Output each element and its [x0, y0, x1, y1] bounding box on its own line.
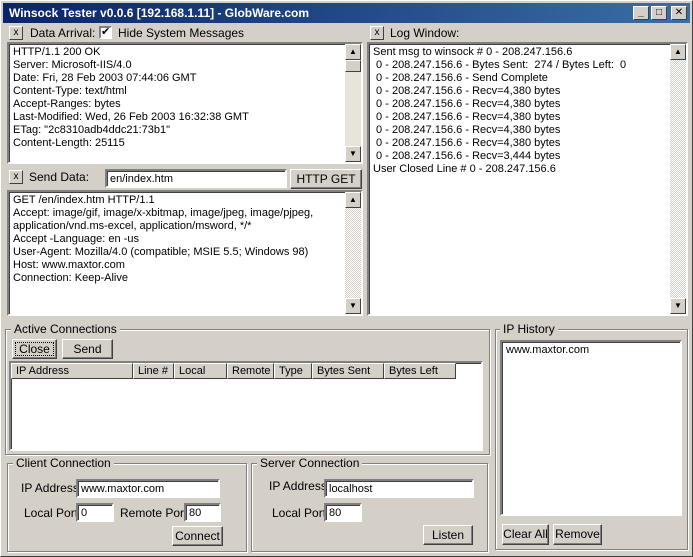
log-line: User Closed Line # 0 - 208.247.156.6	[373, 163, 556, 175]
send-data-line: Connection: Keep-Alive	[13, 272, 128, 284]
column-header[interactable]: Line #	[133, 363, 174, 379]
send-data-label: Send Data:	[29, 170, 90, 184]
client-ip-label: IP Address	[21, 481, 79, 495]
hide-system-messages-checkbox[interactable]: ✔	[99, 26, 112, 39]
scroll-thumb[interactable]	[345, 60, 361, 72]
main-window: Winsock Tester v0.0.6 [192.168.1.11] - G…	[0, 0, 693, 557]
column-header[interactable]: Bytes Left	[384, 363, 456, 379]
data-arrival-label: Data Arrival:	[30, 26, 96, 40]
log-line: Sent msg to winsock # 0 - 208.247.156.6	[373, 46, 573, 58]
send-data-line: application/vnd.ms-excel, application/ms…	[13, 220, 252, 232]
hide-system-messages-label[interactable]: Hide System Messages	[118, 26, 244, 40]
ip-history-item: www.maxtor.com	[506, 344, 590, 356]
send-data-line: Accept: image/gif, image/x-xbitmap, imag…	[13, 207, 314, 219]
data-arrival-line: HTTP/1.1 200 OK	[13, 46, 101, 58]
data-arrival-line: Content-Length: 25115	[13, 137, 125, 149]
log-scrollbar[interactable]: ▲ ▼	[670, 44, 686, 314]
connections-table[interactable]: IP Address Line # Local Remote Type Bytes Sen…	[9, 361, 483, 451]
server-ip-input[interactable]: localhost	[324, 479, 474, 498]
log-line: 0 - 208.247.156.6 - Recv=3,444 bytes	[373, 150, 561, 162]
log-window-content: Sent msg to winsock # 0 - 208.247.156.6 …	[369, 44, 686, 178]
log-line: 0 - 208.247.156.6 - Recv=4,380 bytes	[373, 124, 561, 136]
log-line: 0 - 208.247.156.6 - Recv=4,380 bytes	[373, 111, 561, 123]
send-data-url-input[interactable]: en/index.htm	[105, 169, 287, 188]
scroll-down-icon[interactable]: ▼	[345, 298, 361, 314]
send-data-textbox[interactable]: GET /en/index.htm HTTP/1.1 Accept: image/…	[7, 190, 363, 316]
send-data-line: Accept -Language: en -us	[13, 233, 139, 245]
server-local-port-label: Local Port	[272, 506, 327, 520]
active-connections-title: Active Connections	[11, 322, 120, 336]
data-arrival-line: Accept-Ranges: bytes	[13, 98, 121, 110]
window-title: Winsock Tester v0.0.6 [192.168.1.11] - G…	[9, 6, 310, 20]
data-arrival-scrollbar[interactable]: ▲ ▼	[345, 44, 361, 162]
connect-button[interactable]: Connect	[172, 526, 223, 546]
log-window-label: Log Window:	[390, 26, 460, 40]
column-header[interactable]: Remote	[227, 363, 274, 379]
clear-log-button[interactable]: x	[370, 26, 384, 40]
server-ip-label: IP Address	[269, 479, 327, 493]
send-data-line: Host: www.maxtor.com	[13, 259, 125, 271]
server-connection-title: Server Connection	[257, 456, 363, 470]
clear-send-data-button[interactable]: x	[9, 170, 23, 184]
close-connection-button[interactable]: Close	[12, 339, 57, 359]
data-arrival-line: Content-Type: text/html	[13, 85, 127, 97]
scroll-down-icon[interactable]: ▼	[345, 146, 361, 162]
send-data-line: User-Agent: Mozilla/4.0 (compatible; MSI…	[13, 246, 309, 258]
ip-history-items: www.maxtor.com	[502, 342, 680, 359]
column-header[interactable]: Local	[174, 363, 227, 379]
maximize-button[interactable]: □	[651, 6, 667, 20]
minimize-button[interactable]: _	[633, 6, 649, 20]
http-get-button[interactable]: HTTP GET	[290, 169, 362, 189]
column-header[interactable]: Bytes Sent	[312, 363, 384, 379]
clear-data-arrival-button[interactable]: x	[9, 26, 23, 40]
log-window-textbox[interactable]: Sent msg to winsock # 0 - 208.247.156.6 …	[367, 42, 688, 316]
column-header[interactable]: IP Address	[11, 363, 133, 379]
client-connection-title: Client Connection	[13, 456, 114, 470]
data-arrival-line: Last-Modified: Wed, 26 Feb 2003 16:32:38…	[13, 111, 249, 123]
log-line: 0 - 208.247.156.6 - Recv=4,380 bytes	[373, 85, 561, 97]
send-data-scrollbar[interactable]: ▲ ▼	[345, 192, 361, 314]
column-header[interactable]: Type	[274, 363, 312, 379]
client-ip-input[interactable]: www.maxtor.com	[76, 479, 220, 498]
title-bar[interactable]: Winsock Tester v0.0.6 [192.168.1.11] - G…	[3, 3, 690, 23]
scroll-up-icon[interactable]: ▲	[345, 192, 361, 208]
data-arrival-line: Date: Fri, 28 Feb 2003 07:44:06 GMT	[13, 72, 197, 84]
data-arrival-line: Server: Microsoft-IIS/4.0	[13, 59, 132, 71]
scroll-down-icon[interactable]: ▼	[670, 298, 686, 314]
close-window-button[interactable]: ✕	[671, 6, 687, 20]
log-line: 0 - 208.247.156.6 - Send Complete	[373, 72, 548, 84]
log-line: 0 - 208.247.156.6 - Recv=4,380 bytes	[373, 98, 561, 110]
remote-port-input[interactable]: 80	[184, 503, 221, 522]
ip-history-title: IP History	[500, 322, 558, 336]
server-local-port-input[interactable]: 80	[324, 503, 362, 522]
data-arrival-line: ETag: "2c8310adb4ddc21:73b1"	[13, 124, 171, 136]
scroll-up-icon[interactable]: ▲	[670, 44, 686, 60]
send-data-line: GET /en/index.htm HTTP/1.1	[13, 194, 155, 206]
log-line: 0 - 208.247.156.6 - Recv=4,380 bytes	[373, 137, 561, 149]
send-button[interactable]: Send	[62, 339, 113, 359]
send-data-content: GET /en/index.htm HTTP/1.1 Accept: image/…	[9, 192, 361, 287]
listen-button[interactable]: Listen	[423, 525, 473, 545]
data-arrival-content: HTTP/1.1 200 OK Server: Microsoft-IIS/4.0…	[9, 44, 361, 152]
remote-port-label: Remote Port	[120, 506, 188, 520]
client-local-port-input[interactable]: 0	[76, 503, 114, 522]
remove-button[interactable]: Remove	[553, 524, 602, 545]
clear-all-button[interactable]: Clear All	[502, 524, 549, 545]
client-local-port-label: Local Port	[24, 506, 79, 520]
log-line: 0 - 208.247.156.6 - Bytes Sent: 274 / By…	[373, 59, 627, 71]
data-arrival-textbox[interactable]: HTTP/1.1 200 OK Server: Microsoft-IIS/4.0…	[7, 42, 363, 164]
ip-history-list[interactable]: www.maxtor.com	[500, 340, 682, 516]
scroll-up-icon[interactable]: ▲	[345, 44, 361, 60]
